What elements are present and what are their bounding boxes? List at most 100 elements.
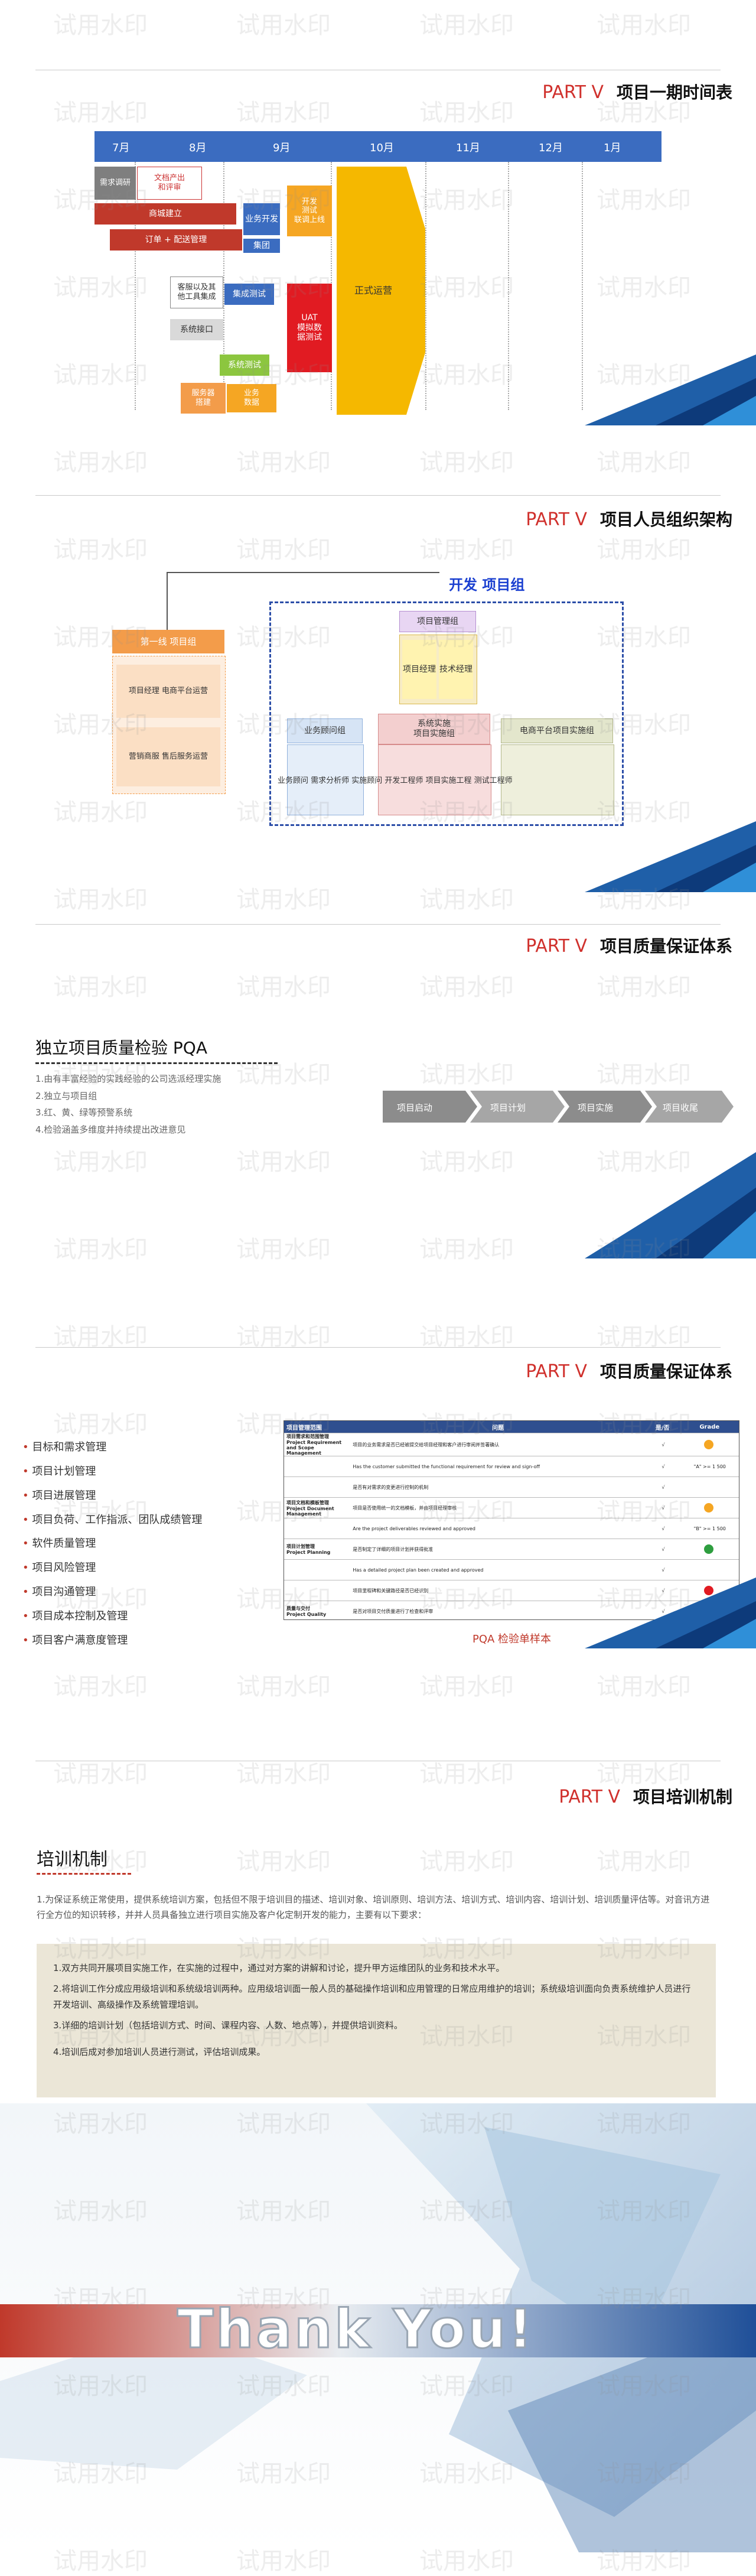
- month-label: 1月: [604, 142, 621, 154]
- task-bar: 业务开发: [243, 203, 280, 235]
- table-cell-grade: [681, 1440, 739, 1449]
- training-point: 2.将培训工作分成应用级培训和系统级培训两种。应用级培训面一般人员的基础操作培训…: [53, 1983, 691, 2010]
- bullet-icon: •: [22, 1489, 32, 1502]
- grade-score: "A" >= 1 500: [693, 1463, 726, 1469]
- training-point: 4.培训后成对参加培训人员进行测试，评估培训成果。: [53, 2047, 266, 2057]
- table-cell-question: 项目是否使用统一的文档模板，并由项目经理审核: [353, 1505, 457, 1511]
- title-text: 项目质量保证体系: [599, 1362, 732, 1381]
- month-label: 12月: [539, 142, 563, 154]
- list-item: 2.独立与项目组: [35, 1090, 97, 1101]
- frontline-team-body: 项目经理 电商平台运营 营销商服 售后服务运营: [112, 656, 226, 794]
- month-label: 7月: [112, 142, 130, 154]
- list-item-text: 项目成本控制及管理: [32, 1610, 128, 1623]
- task-bar: 系统测试: [220, 354, 269, 376]
- bullet-icon: •: [22, 1634, 32, 1647]
- dev-group-label: 开发 项目组: [449, 577, 525, 593]
- list-item: 4.检验涵盖多维度并持续提出改进意见: [35, 1124, 186, 1135]
- training-point: 1.双方共同开展项目实施工作，在实施的过程中，通过对方案的讲解和讨论，提升甲方运…: [53, 1963, 505, 1973]
- pqa-heading: 独立项目质量检验 PQA: [35, 1038, 207, 1058]
- table-row: Has a detailed project plan been created…: [284, 1559, 739, 1580]
- pm-role: 技术经理: [439, 640, 473, 699]
- month-label: 11月: [456, 142, 480, 154]
- task-bar-label: 正式运营: [354, 285, 393, 296]
- part-label: PART Ⅴ: [542, 82, 604, 103]
- bullet-icon: •: [22, 1586, 32, 1599]
- corner-decoration: [585, 1578, 756, 1648]
- bullet-icon: •: [22, 1513, 32, 1526]
- table-cell-question: 项目的业务需求是否已经被提交给项目经理和客户进行审阅并签署确认: [353, 1442, 500, 1448]
- task-bar: 开发 测试 联调上线: [287, 186, 332, 236]
- part-label: PART Ⅴ: [526, 1361, 587, 1382]
- frontline-team-header: 第一线 项目组: [112, 630, 224, 653]
- month-label: 9月: [273, 142, 291, 154]
- flow-step: 项目收尾: [663, 1102, 699, 1113]
- task-bar: 服务器 搭建: [181, 383, 226, 414]
- formal-operation-arrow: 正式运营: [337, 167, 425, 415]
- table-cell-area: 项目计划管理 Project Planning: [286, 1544, 331, 1555]
- title-text: 项目培训机制: [633, 1787, 732, 1807]
- table-cell-grade: "B" >= 1 500: [681, 1526, 739, 1531]
- task-bar: 业务 数据: [227, 384, 276, 412]
- slide-organization: PART Ⅴ 项目人员组织架构 开发 项目组 第一线 项目组 项目经理 电商平台运…: [0, 467, 756, 892]
- task-bar: 系统接口: [170, 319, 223, 340]
- list-item: • 项目风险管理: [22, 1556, 202, 1580]
- pm-group-header: 项目管理组: [399, 611, 476, 632]
- task-bar: 需求调研: [94, 167, 136, 200]
- table-cell-question: Has a detailed project plan been created…: [353, 1567, 484, 1573]
- table-cell-question: 是否制定了详细的项目计划并获得批准: [353, 1546, 434, 1552]
- ecom-team-header: 电商平台项目实施组: [501, 718, 613, 743]
- list-item: • 项目成本控制及管理: [22, 1605, 202, 1629]
- task-bar: 集团: [243, 239, 280, 253]
- grade-indicator-icon: [703, 1544, 713, 1554]
- heading-underline: [37, 1873, 131, 1875]
- bullet-icon: •: [22, 1610, 32, 1623]
- team-roles-text: 业务顾问 需求分析师 实施顾问 开发工程师 项目实施工程 测试工程师: [278, 776, 513, 785]
- heading-underline: [35, 1062, 278, 1064]
- pm-group-body: 项目经理 技术经理: [399, 635, 477, 704]
- month-label: 8月: [189, 142, 207, 154]
- list-item: • 目标和需求管理: [22, 1436, 202, 1460]
- list-item-text: 项目进展管理: [32, 1489, 96, 1502]
- slide-training: PART Ⅴ 项目培训机制 培训机制 1.为保证系统正常使用，提供系统培训方案，包…: [0, 1749, 756, 2103]
- part-label: PART Ⅴ: [526, 936, 587, 957]
- table-row: 项目文档和模板管理 Project Document Management 项目是…: [284, 1497, 739, 1518]
- corner-decoration: [585, 821, 756, 892]
- flow-step: 项目启动: [397, 1102, 433, 1113]
- table-cell-question: Has the customer submitted the functiona…: [353, 1463, 540, 1469]
- list-item-text: 项目客户满意度管理: [32, 1634, 128, 1647]
- list-item-text: 项目计划管理: [32, 1465, 96, 1478]
- task-bar: 文档产出 和评审: [137, 167, 202, 200]
- grade-indicator-icon: [703, 1440, 713, 1449]
- grade-indicator-icon: [703, 1503, 713, 1513]
- table-cell-yesno: √: [662, 1546, 665, 1552]
- table-header-cell: Grade: [699, 1423, 720, 1430]
- gridline: [508, 162, 509, 410]
- month-label: 10月: [370, 142, 394, 154]
- table-cell-grade: [681, 1544, 739, 1554]
- training-intro: 1.为保证系统正常使用，提供系统培训方案，包括但不限于培训目的描述、培训对象、培…: [37, 1894, 710, 1921]
- slide-title: PART Ⅴ 项目一期时间表: [542, 80, 732, 103]
- flow-step: 项目实施: [578, 1102, 614, 1113]
- task-bar: 客服以及其 他工具集成: [170, 277, 223, 308]
- list-item-text: 项目风险管理: [32, 1562, 96, 1575]
- training-point: 3.详细的培训计划（包括培训方式、时间、课程内容、人数、地点等），并提供培训资料…: [53, 2020, 403, 2031]
- list-item: • 项目沟通管理: [22, 1580, 202, 1605]
- bullet-icon: •: [22, 1441, 32, 1453]
- title-text: 项目质量保证体系: [599, 936, 732, 956]
- table-cell-yesno: √: [662, 1505, 665, 1511]
- quality-list: • 目标和需求管理 • 项目计划管理 • 项目进展管理 • 项目负荷、工作指派、…: [22, 1436, 202, 1653]
- month-labels: 7月 8月 9月 10月 11月 12月 1月: [94, 131, 662, 162]
- table-row: 项目计划管理 Project Planning 是否制定了详细的项目计划并获得批准…: [284, 1539, 739, 1559]
- frontline-item: 营销商服 售后服务运营: [116, 727, 220, 786]
- table-header-cell: 项目管理范围: [286, 1424, 322, 1432]
- pm-role: 项目经理: [402, 640, 436, 699]
- table-cell-yesno: √: [662, 1567, 665, 1573]
- list-item-text: 软件质量管理: [32, 1537, 96, 1550]
- task-bar: 订单 + 配送管理: [110, 229, 242, 251]
- list-item-text: 目标和需求管理: [32, 1441, 107, 1453]
- table-row: Has the customer submitted the functiona…: [284, 1456, 739, 1476]
- list-item: 1.由有丰富经验的实践经验的公司选派经理实施: [35, 1074, 221, 1084]
- task-bar: 集成测试: [224, 284, 274, 305]
- part-label: PART Ⅴ: [559, 1787, 620, 1807]
- title-text: 项目一期时间表: [616, 83, 732, 102]
